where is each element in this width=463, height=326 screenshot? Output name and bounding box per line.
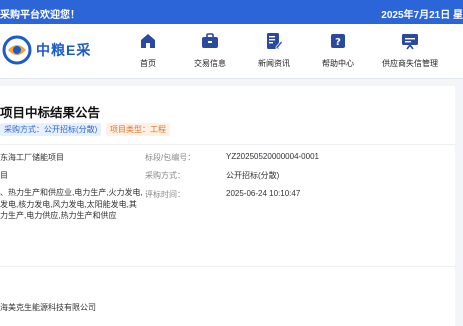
review-time-label: 评标时间： [145,190,185,199]
industry-line: 、热力生产和供应业,电力生产,火力发电, [0,188,143,197]
nav-supplier-dishonesty-label: 供应商失信管理 [382,59,438,68]
logo-text: 中粮E采 [36,42,92,58]
winning-company-name: 海美克生能源科技有限公司 [0,303,96,312]
main-navbar: 中粮E采 首页 交易信息 新闻资讯 ? 帮助中心 供应商失信管理 [0,24,463,79]
home-icon [141,34,155,48]
nav-help-center[interactable]: ? 帮助中心 [308,32,368,69]
logo-emblem-icon [2,35,32,65]
industry-line: 发电,核力发电,风力发电,太阳能发电,其 [0,199,137,209]
industry-line: 力生产,电力供应,热力生产和供应 [0,211,117,220]
nav-trade-info-label: 交易信息 [194,59,226,68]
method-value: 公开招标(分散) [226,171,280,180]
procurement-method-tag: 采购方式：公开招标(分散) [0,123,102,136]
nav-home-label: 首页 [140,59,156,68]
section-divider [0,266,455,267]
welcome-text: 采购平台欢迎您！ [0,10,80,21]
project-type-tag: 项目类型：工程 [106,123,170,136]
section-number-value: YZ20250520000004-0001 [226,152,319,161]
notice-title: 项目中标结果公告 [0,106,101,120]
nav-trade-info[interactable]: 交易信息 [180,32,240,69]
method-label: 采购方式： [145,171,185,180]
project-name-value: 东海工厂储能项目 [0,153,64,162]
presentation-icon [402,34,418,50]
help-book-icon: ? [331,34,345,48]
nav-news[interactable]: 新闻资讯 [244,32,304,69]
nav-supplier-dishonesty[interactable]: 供应商失信管理 [380,32,440,69]
site-logo[interactable]: 中粮E采 [0,35,100,67]
briefcase-icon [202,33,218,48]
nav-help-center-label: 帮助中心 [322,59,354,68]
section-number-label: 标段/包编号： [145,153,196,162]
section-divider [0,144,455,145]
notice-card: 项目中标结果公告 采购方式：公开招标(分散) 项目类型：工程 东海工厂储能项目 … [0,86,455,326]
industry-text: 、热力生产和供应业,电力生产,火力发电, 发电,核力发电,风力发电,太阳能发电,… [0,187,143,222]
document-edit-icon [267,33,283,49]
nav-home[interactable]: 首页 [118,32,178,69]
svg-text:?: ? [335,37,341,48]
nav-news-label: 新闻资讯 [258,59,290,68]
review-time-value: 2025-06-24 10:10:47 [226,189,301,198]
top-bar: 采购平台欢迎您！ 2025年7月21日 星 [0,0,463,24]
left-short-value: 目 [0,171,8,180]
date-text: 2025年7月21日 星 [381,10,463,21]
